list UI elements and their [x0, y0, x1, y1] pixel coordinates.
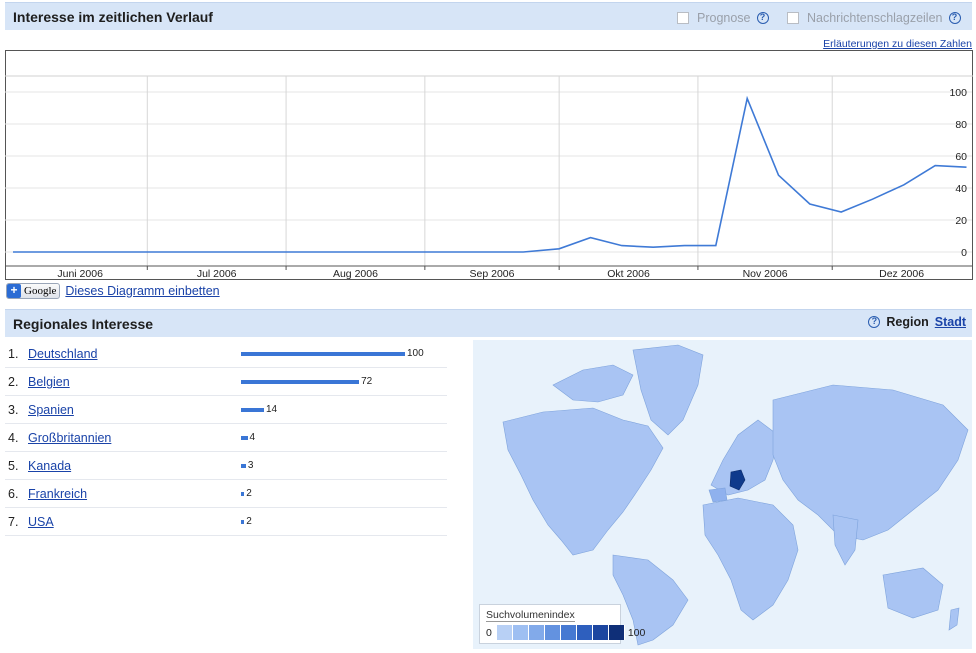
world-map-svg [502, 344, 969, 646]
region-row: 6. Frankreich 2 [5, 480, 447, 508]
prognose-option[interactable]: Prognose ? [677, 11, 769, 25]
legend-scale: 0 100 [486, 625, 645, 640]
google-logo: Google [24, 285, 57, 297]
x-tick-label: Juni 2006 [57, 268, 103, 280]
spain-shape[interactable] [708, 487, 728, 503]
city-link[interactable]: Stadt [935, 315, 966, 329]
news-checkbox[interactable] [787, 12, 799, 24]
region-name-link[interactable]: USA [28, 515, 54, 529]
new-zealand-shape[interactable] [948, 607, 960, 631]
prognose-checkbox[interactable] [677, 12, 689, 24]
x-tick-label: Dez 2006 [879, 268, 924, 280]
region-rank: 1. [8, 347, 19, 361]
region-value: 72 [361, 376, 373, 387]
legend-title: Suchvolumenindex [486, 609, 575, 622]
region-label: Region [886, 315, 929, 329]
region-bar [241, 520, 245, 524]
region-name-link[interactable]: Spanien [28, 403, 74, 417]
region-bar [241, 492, 245, 496]
greenland-shape[interactable] [632, 344, 704, 436]
y-tick-label: 40 [955, 183, 967, 195]
region-name-link[interactable]: Großbritannien [28, 431, 111, 445]
legend-swatch [576, 625, 593, 640]
region-name-link[interactable]: Deutschland [28, 347, 98, 361]
time-section-header: Interesse im zeitlichen Verlauf Prognose… [5, 2, 972, 30]
asia-shape[interactable] [772, 384, 969, 541]
legend-swatch [544, 625, 561, 640]
y-tick-label: 100 [949, 87, 967, 99]
legend-swatch [512, 625, 529, 640]
x-tick-label: Nov 2006 [743, 268, 788, 280]
legend-swatch [608, 625, 625, 640]
region-row: 5. Kanada 3 [5, 452, 447, 480]
region-row: 3. Spanien 14 [5, 396, 447, 424]
explain-numbers-link[interactable]: Erläuterungen zu diesen Zahlen [823, 38, 972, 50]
region-bar [241, 380, 360, 384]
x-tick-label: Aug 2006 [333, 268, 378, 280]
prognose-help-icon[interactable]: ? [756, 12, 769, 24]
map-legend: Suchvolumenindex 0 100 [479, 604, 645, 644]
time-section-title: Interesse im zeitlichen Verlauf [13, 9, 213, 25]
world-map[interactable]: Suchvolumenindex 0 100 [473, 340, 972, 649]
region-row: 2. Belgien 72 [5, 368, 447, 396]
prognose-label: Prognose [697, 11, 751, 25]
region-row: 4. Großbritannien 4 [5, 424, 447, 452]
region-rank: 3. [8, 403, 19, 417]
y-tick-label: 60 [955, 151, 967, 163]
news-label: Nachrichtenschlagzeilen [807, 11, 943, 25]
region-row: 7. USA 2 [5, 508, 447, 536]
trend-chart: 0 20 40 60 80 100 Juni 2006 Jul 2006 Aug 2006 Sep… [5, 50, 973, 280]
region-name-link[interactable]: Kanada [28, 459, 71, 473]
region-name-link[interactable]: Frankreich [28, 487, 87, 501]
region-bar [241, 408, 264, 412]
region-bar [241, 464, 246, 468]
legend-swatch [592, 625, 609, 640]
google-embed-button[interactable]: + Google [6, 283, 61, 299]
india-shape[interactable] [832, 514, 859, 566]
y-tick-label: 20 [955, 215, 967, 227]
region-value: 3 [247, 460, 254, 471]
region-bar [241, 436, 248, 440]
region-controls: ? Region Stadt [868, 315, 966, 329]
region-rank: 5. [8, 459, 19, 473]
region-value: 14 [265, 404, 278, 415]
region-section-title: Regionales Interesse [13, 316, 154, 332]
canada-north-shape[interactable] [552, 364, 634, 403]
region-help-icon[interactable]: ? [868, 316, 881, 328]
y-tick-label: 80 [955, 119, 967, 131]
africa-shape[interactable] [702, 497, 799, 621]
region-section-header: Regionales Interesse ? Region Stadt [5, 309, 972, 337]
news-option[interactable]: Nachrichtenschlagzeilen ? [787, 11, 961, 25]
x-tick-label: Okt 2006 [607, 268, 650, 280]
north-america-shape[interactable] [502, 407, 664, 556]
region-list: 1. Deutschland 100 2. Belgien 72 3. Spanien 14 4.… [5, 340, 447, 536]
australia-shape[interactable] [882, 567, 944, 619]
region-name-link[interactable]: Belgien [28, 375, 70, 389]
region-rank: 4. [8, 431, 19, 445]
region-row: 1. Deutschland 100 [5, 340, 447, 368]
y-tick-label: 0 [961, 247, 967, 259]
plus-icon: + [7, 284, 21, 298]
news-help-icon[interactable]: ? [948, 12, 961, 24]
legend-swatches [496, 625, 625, 640]
region-value: 2 [246, 488, 252, 499]
embed-row: + Google Dieses Diagramm einbetten [6, 283, 220, 299]
legend-max: 100 [627, 626, 646, 639]
region-value: 4 [249, 432, 256, 443]
region-rank: 6. [8, 487, 19, 501]
europe-shape[interactable] [710, 419, 779, 496]
legend-swatch [560, 625, 577, 640]
x-tick-label: Jul 2006 [197, 268, 237, 280]
region-bar [241, 352, 405, 356]
region-value: 100 [407, 348, 424, 359]
x-tick-label: Sep 2006 [470, 268, 515, 280]
region-rank: 2. [8, 375, 19, 389]
legend-swatch [528, 625, 545, 640]
legend-min: 0 [486, 626, 492, 639]
region-rank: 7. [8, 515, 19, 529]
region-value: 2 [246, 516, 252, 527]
embed-chart-link[interactable]: Dieses Diagramm einbetten [65, 284, 219, 298]
chart-frame [5, 50, 973, 280]
legend-swatch [496, 625, 513, 640]
